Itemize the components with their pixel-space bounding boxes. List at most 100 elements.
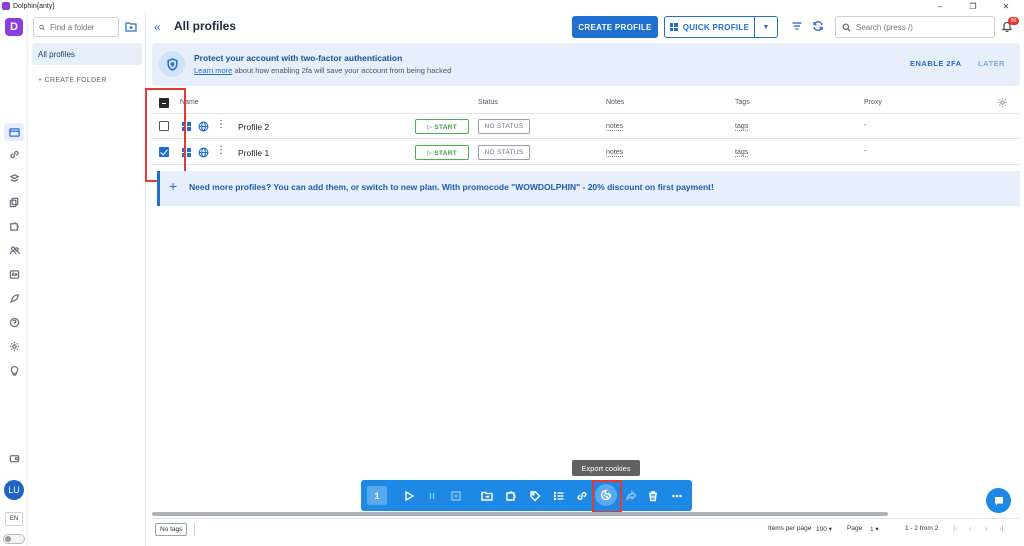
tag-icon[interactable]: [527, 488, 542, 503]
left-rail: D LU EN: [0, 12, 28, 546]
items-per-page-value: 100: [816, 526, 827, 533]
quick-profile-dropdown[interactable]: ▼: [754, 16, 778, 38]
export-cookies-tooltip: Export cookies: [572, 460, 640, 476]
filter-icon[interactable]: [790, 19, 804, 33]
windows-icon: [669, 23, 678, 31]
notifications-bell-icon[interactable]: 90: [1001, 17, 1019, 34]
minimize-button[interactable]: –: [925, 0, 955, 12]
maximize-button[interactable]: ❐: [958, 0, 988, 12]
support-chat-icon[interactable]: [986, 488, 1011, 513]
play-icon[interactable]: [401, 488, 416, 503]
wallet-icon[interactable]: [7, 451, 21, 465]
search-icon: [39, 24, 45, 30]
folder-search[interactable]: [33, 17, 119, 37]
column-tags[interactable]: Tags: [735, 99, 750, 106]
column-status[interactable]: Status: [478, 99, 498, 106]
trash-icon[interactable]: [645, 488, 660, 503]
selected-count: 1: [367, 486, 387, 505]
refresh-icon[interactable]: [811, 19, 825, 33]
user-avatar[interactable]: LU: [4, 480, 24, 500]
users-icon[interactable]: [7, 243, 21, 257]
start-button[interactable]: ▷ START: [415, 145, 469, 160]
dolphin-logo[interactable]: D: [5, 18, 23, 36]
notes-cell[interactable]: notes: [606, 123, 624, 131]
link-icon[interactable]: [574, 488, 589, 503]
api-icon[interactable]: [7, 267, 21, 281]
column-notes[interactable]: Notes: [606, 99, 624, 106]
last-page-button[interactable]: ›|: [999, 524, 1004, 533]
globe-icon: [198, 121, 209, 132]
import-icon[interactable]: [448, 488, 463, 503]
proxy-cell[interactable]: -: [864, 148, 866, 155]
browser-profiles-icon[interactable]: [4, 123, 24, 141]
create-folder-button[interactable]: + CREATE FOLDER: [38, 77, 107, 84]
status-badge[interactable]: NO STATUS: [478, 119, 530, 134]
enable-2fa-button[interactable]: ENABLE 2FA: [910, 59, 962, 68]
create-profile-button[interactable]: CREATE PROFILE: [572, 16, 658, 38]
status-badge[interactable]: NO STATUS: [478, 145, 530, 160]
profile-name[interactable]: Profile 1: [238, 148, 269, 158]
extensions-icon[interactable]: [7, 171, 21, 185]
link-icon[interactable]: [7, 147, 21, 161]
profile-search-input[interactable]: [856, 22, 986, 32]
proxy-cell[interactable]: -: [864, 122, 866, 129]
no-tags-filter[interactable]: No tags: [155, 523, 188, 536]
move-to-folder-icon[interactable]: [479, 488, 494, 503]
tags-cell[interactable]: tags: [735, 149, 749, 157]
extension-icon[interactable]: [503, 488, 518, 503]
row-menu-icon[interactable]: ⋮: [216, 120, 226, 130]
lightbulb-icon[interactable]: [7, 363, 21, 377]
puzzle-icon[interactable]: [7, 219, 21, 233]
window-titlebar: Dolphin{anty} – ❐ ✕: [0, 0, 1024, 12]
checkbox-highlight-box: [145, 88, 186, 182]
start-button[interactable]: ▷ START: [415, 119, 469, 134]
list-icon[interactable]: [551, 488, 566, 503]
page-title: All profiles: [174, 19, 237, 33]
more-icon[interactable]: [669, 488, 684, 503]
pause-icon[interactable]: [424, 488, 439, 503]
promo-banner[interactable]: + Need more profiles? You can add them, …: [157, 171, 1020, 206]
language-switch[interactable]: EN: [5, 512, 23, 526]
prev-page-button[interactable]: ‹: [969, 524, 972, 533]
export-cookies-highlight-box: [592, 480, 622, 513]
banner-subtitle: Learn more about how enabling 2fa will s…: [194, 66, 451, 75]
banner-subtitle-text: about how enabling 2fa will save your ac…: [232, 66, 452, 75]
quick-profile-button[interactable]: QUICK PROFILE: [664, 16, 754, 38]
page-range: 1 - 2 from 2: [905, 525, 939, 532]
theme-toggle[interactable]: [3, 534, 25, 544]
folder-all-profiles[interactable]: All profiles: [32, 43, 142, 65]
collapse-panel-icon[interactable]: «: [154, 20, 161, 34]
tags-cell[interactable]: tags: [735, 123, 749, 131]
globe-icon: [198, 147, 209, 158]
bulk-action-bar: 1: [361, 480, 692, 511]
profile-name[interactable]: Profile 2: [238, 122, 269, 132]
close-window-button[interactable]: ✕: [991, 0, 1021, 12]
next-page-button[interactable]: ›: [985, 524, 988, 533]
help-icon[interactable]: [7, 315, 21, 329]
notification-badge: 90: [1008, 17, 1019, 25]
page-label: Page: [847, 525, 863, 532]
notes-cell[interactable]: notes: [606, 149, 624, 157]
horizontal-scrollbar[interactable]: [152, 512, 888, 516]
first-page-button[interactable]: |‹: [953, 524, 958, 533]
page-select[interactable]: 1 ▾: [870, 525, 879, 533]
share-icon[interactable]: [623, 488, 638, 503]
row-menu-icon[interactable]: ⋮: [216, 146, 226, 156]
learn-more-link[interactable]: Learn more: [194, 66, 232, 75]
table-footer: No tags Items per page 100 ▾ Page 1 ▾ 1 …: [152, 518, 1020, 540]
add-folder-icon[interactable]: [124, 20, 138, 33]
banner-title: Protect your account with two-factor aut…: [194, 53, 403, 63]
items-per-page-select[interactable]: 100 ▾: [816, 525, 832, 533]
column-proxy[interactable]: Proxy: [864, 99, 882, 106]
footer-divider: [194, 523, 195, 536]
copy-icon[interactable]: [7, 195, 21, 209]
folder-search-input[interactable]: [50, 22, 118, 32]
profile-search[interactable]: [835, 16, 995, 38]
settings-icon[interactable]: [7, 339, 21, 353]
table-row[interactable]: ⋮ Profile 2 ▷ START NO STATUS notes tags…: [152, 114, 1020, 139]
table-header: Name Status Notes Tags Proxy: [152, 92, 1020, 114]
table-settings-gear-icon[interactable]: [997, 97, 1008, 108]
rocket-icon[interactable]: [7, 291, 21, 305]
later-button[interactable]: LATER: [978, 59, 1005, 68]
table-row[interactable]: ⋮ Profile 1 ▷ START NO STATUS notes tags…: [152, 140, 1020, 165]
